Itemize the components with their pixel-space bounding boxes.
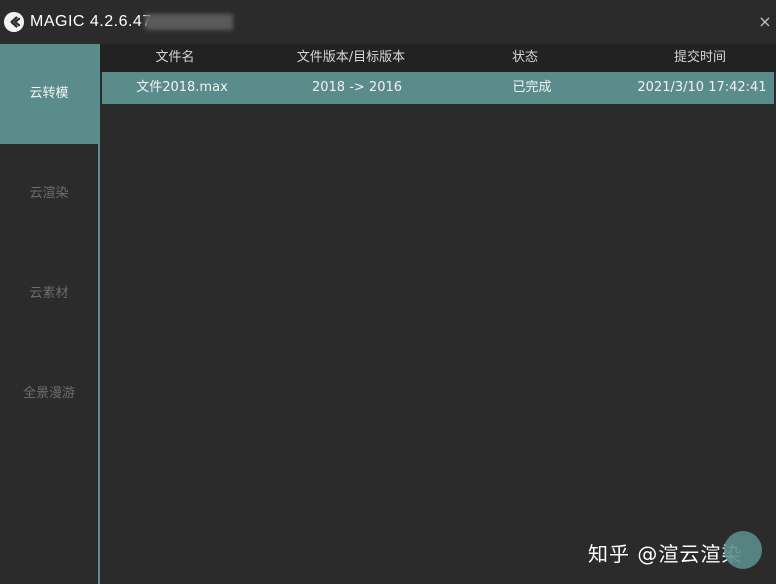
close-button[interactable]: × xyxy=(756,13,774,31)
cell-submit-time: 2021/3/10 17:42:41 xyxy=(637,80,767,95)
cell-filename: 文件2018.max xyxy=(136,80,228,95)
table-header: 文件名 文件版本/目标版本 状态 提交时间 xyxy=(100,44,776,72)
sidebar-item-cloud-convert[interactable]: 云转模 xyxy=(0,44,98,144)
column-header-status[interactable]: 状态 xyxy=(490,44,560,72)
sidebar-item-cloud-assets[interactable]: 云素材 xyxy=(0,244,98,344)
sidebar-item-cloud-render[interactable]: 云渲染 xyxy=(0,144,98,244)
column-header-filename[interactable]: 文件名 xyxy=(130,44,220,72)
main-panel: 文件名 文件版本/目标版本 状态 提交时间 文件2018.max 2018 ->… xyxy=(100,44,776,584)
cell-status: 已完成 xyxy=(512,80,552,95)
cell-version: 2018 -> 2016 xyxy=(311,80,403,95)
sidebar-item-panorama-tour[interactable]: 全景漫游 xyxy=(0,344,98,444)
app-logo-icon xyxy=(4,12,24,32)
column-header-version[interactable]: 文件版本/目标版本 xyxy=(290,44,412,72)
sidebar: 云转模 云渲染 云素材 全景漫游 xyxy=(0,44,98,584)
table-row[interactable]: 文件2018.max 2018 -> 2016 已完成 2021/3/10 17… xyxy=(102,72,774,104)
column-header-submit-time[interactable]: 提交时间 xyxy=(660,44,740,72)
redacted-text xyxy=(145,14,233,30)
watermark: 知乎 @渲云渲染 xyxy=(588,542,743,566)
app-title: MAGIC 4.2.6.47 xyxy=(30,13,152,30)
floating-action-button[interactable] xyxy=(724,531,762,569)
title-bar: MAGIC 4.2.6.47 × xyxy=(0,0,776,44)
